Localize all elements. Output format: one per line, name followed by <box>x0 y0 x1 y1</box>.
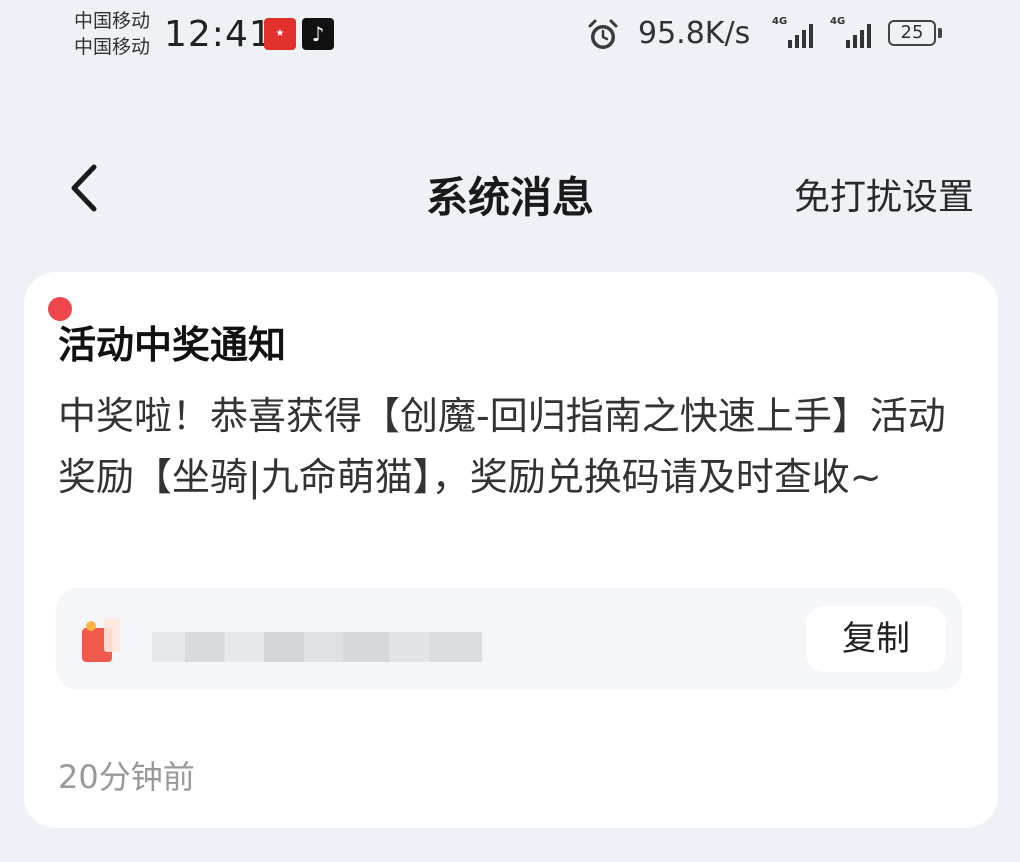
tiktok-icon: ♪ <box>302 18 334 50</box>
status-bar: 中国移动 中国移动 12:41 ★ ♪ 95.8K/s 4G 4G 25 <box>0 0 1020 72</box>
navigation-bar: 系统消息 免打扰设置 <box>0 140 1020 240</box>
carrier-1: 中国移动 <box>74 10 151 32</box>
alarm-icon <box>588 19 618 49</box>
app-notification-icon: ★ <box>264 18 296 50</box>
redeem-code-masked <box>152 632 482 662</box>
copy-button[interactable]: 复制 <box>806 606 946 672</box>
redeem-code-box: 复制 <box>56 588 962 690</box>
message-title: 活动中奖通知 <box>58 323 287 367</box>
carrier-labels: 中国移动 中国移动 <box>74 8 150 60</box>
message-body: 中奖啦！恭喜获得【创魔-回归指南之快速上手】活动奖励【坐骑|九命萌猫】，奖励兑换… <box>58 394 946 499</box>
message-timestamp: 20分钟前 <box>58 758 195 796</box>
signal-icon: 4G <box>772 16 822 50</box>
message-card[interactable]: 活动中奖通知 中奖啦！恭喜获得【创魔-回归指南之快速上手】活动奖励【坐骑|九命萌… <box>24 272 998 828</box>
signal-icon: 4G <box>830 16 880 50</box>
battery-icon: 25 <box>888 20 942 46</box>
carrier-2: 中国移动 <box>74 36 151 58</box>
do-not-disturb-settings-link[interactable]: 免打扰设置 <box>794 168 974 220</box>
signal-1-tag: 4G <box>772 16 788 27</box>
signal-2-tag: 4G <box>830 16 846 27</box>
network-speed: 95.8K/s <box>638 16 751 51</box>
gift-icon <box>82 618 120 662</box>
clock: 12:41 <box>164 14 273 55</box>
